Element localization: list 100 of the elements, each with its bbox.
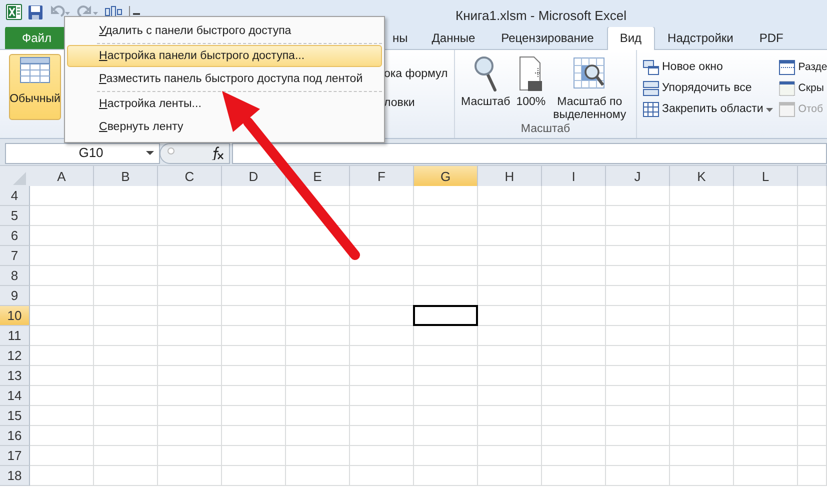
spreadsheet-cell[interactable]	[670, 186, 734, 206]
spreadsheet-cell[interactable]	[158, 406, 222, 426]
spreadsheet-cell[interactable]	[734, 186, 798, 206]
spreadsheet-cell[interactable]	[222, 466, 286, 486]
spreadsheet-cell[interactable]	[350, 466, 414, 486]
row-header[interactable]: 7	[0, 246, 30, 266]
spreadsheet-cell[interactable]	[478, 446, 542, 466]
spreadsheet-cell[interactable]	[30, 266, 94, 286]
spreadsheet-cell[interactable]	[798, 186, 827, 206]
spreadsheet-cell[interactable]	[670, 246, 734, 266]
row-header[interactable]: 10	[0, 306, 30, 326]
spreadsheet-cell[interactable]	[798, 426, 827, 446]
spreadsheet-cell[interactable]	[606, 226, 670, 246]
spreadsheet-cell[interactable]	[158, 326, 222, 346]
spreadsheet-cell[interactable]	[158, 286, 222, 306]
spreadsheet-cell[interactable]	[94, 326, 158, 346]
column-header[interactable]: H	[478, 166, 542, 188]
row-header[interactable]: 9	[0, 286, 30, 306]
spreadsheet-cell[interactable]	[798, 346, 827, 366]
spreadsheet-cell[interactable]	[350, 406, 414, 426]
ribbon-command[interactable]: Новое окно	[643, 57, 774, 78]
spreadsheet-cell[interactable]	[350, 326, 414, 346]
spreadsheet-cell[interactable]	[542, 306, 606, 326]
spreadsheet-cell[interactable]	[606, 286, 670, 306]
spreadsheet-cell[interactable]	[222, 206, 286, 226]
spreadsheet-cell[interactable]	[414, 426, 478, 446]
spreadsheet-cell[interactable]	[158, 186, 222, 206]
spreadsheet-cell[interactable]	[414, 226, 478, 246]
spreadsheet-cell[interactable]	[606, 326, 670, 346]
spreadsheet-cell[interactable]	[414, 326, 478, 346]
spreadsheet-cell[interactable]	[734, 226, 798, 246]
spreadsheet-cell[interactable]	[606, 406, 670, 426]
ribbon-tab[interactable]: Рецензирование	[488, 26, 607, 49]
column-header[interactable]: C	[158, 166, 222, 188]
spreadsheet-cell[interactable]	[222, 286, 286, 306]
spreadsheet-cell[interactable]	[414, 366, 478, 386]
spreadsheet-cell[interactable]	[606, 366, 670, 386]
spreadsheet-cell[interactable]	[30, 346, 94, 366]
spreadsheet-cell[interactable]	[542, 266, 606, 286]
formula-bar-handle-icon[interactable]	[160, 142, 230, 164]
spreadsheet-cell[interactable]	[158, 246, 222, 266]
spreadsheet-cell[interactable]	[158, 206, 222, 226]
row-header[interactable]: 14	[0, 386, 30, 406]
spreadsheet-cell[interactable]	[606, 306, 670, 326]
insert-function-icon[interactable]	[210, 146, 224, 160]
spreadsheet-cell[interactable]	[350, 386, 414, 406]
spreadsheet-cell[interactable]	[158, 226, 222, 246]
spreadsheet-cell[interactable]	[286, 426, 350, 446]
column-header[interactable]: A	[30, 166, 94, 188]
spreadsheet-cell[interactable]	[158, 426, 222, 446]
spreadsheet-cell[interactable]	[606, 266, 670, 286]
spreadsheet-cell[interactable]	[606, 246, 670, 266]
row-header[interactable]: 5	[0, 206, 30, 226]
spreadsheet-cell[interactable]	[606, 446, 670, 466]
spreadsheet-cell[interactable]	[798, 406, 827, 426]
spreadsheet-cell[interactable]	[478, 466, 542, 486]
spreadsheet-cell[interactable]	[542, 346, 606, 366]
zoom-button[interactable]: 100%	[514, 53, 548, 112]
spreadsheet-cell[interactable]	[670, 306, 734, 326]
spreadsheet-cell[interactable]	[350, 346, 414, 366]
spreadsheet-cell[interactable]	[734, 346, 798, 366]
spreadsheet-cell[interactable]	[478, 366, 542, 386]
spreadsheet-cell[interactable]	[606, 346, 670, 366]
column-header[interactable]	[798, 166, 827, 188]
spreadsheet-cell[interactable]	[158, 346, 222, 366]
spreadsheet-cell[interactable]	[222, 366, 286, 386]
row-header[interactable]: 6	[0, 226, 30, 246]
spreadsheet-cell[interactable]	[414, 406, 478, 426]
spreadsheet-cell[interactable]	[670, 266, 734, 286]
spreadsheet-cell[interactable]	[286, 306, 350, 326]
spreadsheet-cell[interactable]	[94, 466, 158, 486]
menu-item[interactable]: Удалить с панели быстрого доступа	[67, 20, 382, 42]
name-box[interactable]: G10	[5, 142, 160, 164]
spreadsheet-cell[interactable]	[734, 466, 798, 486]
spreadsheet-cell[interactable]	[670, 426, 734, 446]
spreadsheet-cell[interactable]	[286, 386, 350, 406]
spreadsheet-cell[interactable]	[670, 446, 734, 466]
menu-item[interactable]: Свернуть ленту	[67, 116, 382, 138]
spreadsheet-cell[interactable]	[158, 266, 222, 286]
spreadsheet-cell[interactable]	[734, 206, 798, 226]
ribbon-command[interactable]: Разде	[779, 57, 827, 78]
spreadsheet-cell[interactable]	[542, 286, 606, 306]
spreadsheet-cell[interactable]	[286, 446, 350, 466]
spreadsheet-cell[interactable]	[94, 446, 158, 466]
spreadsheet-cell[interactable]	[30, 386, 94, 406]
column-header[interactable]: B	[94, 166, 158, 188]
spreadsheet-cell[interactable]	[30, 446, 94, 466]
row-header[interactable]: 8	[0, 266, 30, 286]
column-header[interactable]: G	[414, 166, 478, 188]
spreadsheet-cell[interactable]	[222, 246, 286, 266]
spreadsheet-cell[interactable]	[542, 426, 606, 446]
spreadsheet-cell[interactable]	[478, 326, 542, 346]
spreadsheet-cell[interactable]	[286, 326, 350, 346]
spreadsheet-cell[interactable]	[734, 446, 798, 466]
spreadsheet-cell[interactable]	[414, 446, 478, 466]
row-header[interactable]: 16	[0, 426, 30, 446]
spreadsheet-cell[interactable]	[222, 386, 286, 406]
spreadsheet-cell[interactable]	[414, 266, 478, 286]
spreadsheet-cell[interactable]	[734, 426, 798, 446]
menu-item[interactable]: Настройка панели быстрого доступа...	[67, 45, 382, 67]
